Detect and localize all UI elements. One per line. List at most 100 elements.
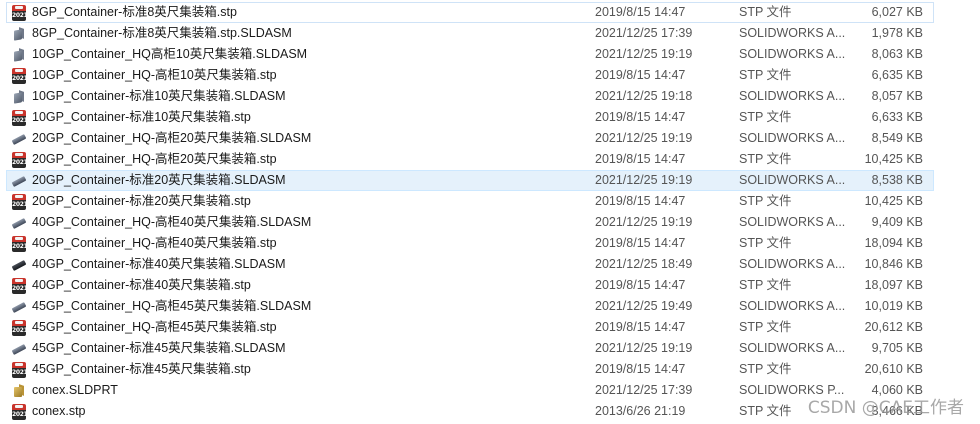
- file-row[interactable]: 8GP_Container-标准8英尺集装箱.stp.SLDASM 2021/12…: [6, 23, 934, 44]
- file-date-modified: 2021/12/25 19:18: [595, 89, 693, 103]
- file-size: 9,409 KB: [871, 215, 923, 229]
- file-name: 40GP_Container-标准40英尺集装箱.stp: [32, 278, 251, 292]
- file-type: SOLIDWORKS A...: [739, 89, 846, 103]
- file-type: SOLIDWORKS A...: [739, 131, 846, 145]
- file-date-modified: 2021/12/25 19:19: [595, 47, 693, 61]
- file-size: 10,425 KB: [864, 152, 923, 166]
- file-date-modified: 2013/6/26 21:19: [595, 404, 686, 418]
- assembly-file-icon: [11, 26, 27, 42]
- file-row[interactable]: 2021 40GP_Container_HQ-高柜40英尺集装箱.stp 2019/…: [6, 233, 934, 254]
- file-row[interactable]: 10GP_Container-标准10英尺集装箱.SLDASM 2021/12/2…: [6, 86, 934, 107]
- file-row[interactable]: 45GP_Container-标准45英尺集装箱.SLDASM 2021/12/2…: [6, 338, 934, 359]
- stp-file-icon: 2021: [11, 362, 28, 378]
- file-name: 40GP_Container_HQ-高柜40英尺集装箱.SLDASM: [32, 215, 312, 229]
- file-date-modified: 2021/12/25 19:19: [595, 131, 693, 145]
- file-name: conex.SLDPRT: [32, 383, 118, 397]
- part-file-icon: [11, 383, 27, 399]
- file-size: 20,610 KB: [864, 362, 923, 376]
- file-type: SOLIDWORKS A...: [739, 173, 846, 187]
- file-type: STP 文件: [739, 278, 792, 292]
- file-name: 8GP_Container-标准8英尺集装箱.stp: [32, 5, 237, 19]
- stp-file-icon: 2021: [11, 278, 28, 294]
- file-name: 20GP_Container-标准20英尺集装箱.stp: [32, 194, 251, 208]
- file-size: 9,705 KB: [871, 341, 923, 355]
- stp-file-icon: 2021: [11, 404, 28, 420]
- file-name: conex.stp: [32, 404, 86, 418]
- file-name: 40GP_Container-标准40英尺集装箱.SLDASM: [32, 257, 286, 271]
- file-type: STP 文件: [739, 5, 792, 19]
- file-date-modified: 2021/12/25 18:49: [595, 257, 693, 271]
- file-type: STP 文件: [739, 68, 792, 82]
- file-date-modified: 2021/12/25 19:19: [595, 341, 693, 355]
- file-type: SOLIDWORKS A...: [739, 215, 846, 229]
- stp-file-icon: 2021: [11, 68, 28, 84]
- file-date-modified: 2019/8/15 14:47: [595, 152, 686, 166]
- file-row[interactable]: 2021 45GP_Container_HQ-高柜45英尺集装箱.stp 2019/…: [6, 317, 934, 338]
- file-type: STP 文件: [739, 362, 792, 376]
- file-date-modified: 2021/12/25 17:39: [595, 383, 693, 397]
- file-row[interactable]: 45GP_Container_HQ-高柜45英尺集装箱.SLDASM 2021/1…: [6, 296, 934, 317]
- file-name: 20GP_Container_HQ-高柜20英尺集装箱.SLDASM: [32, 131, 312, 145]
- file-date-modified: 2019/8/15 14:47: [595, 110, 686, 124]
- file-row[interactable]: conex.SLDPRT 2021/12/25 17:39 SOLIDWORKS P…: [6, 380, 934, 401]
- file-size: 10,846 KB: [864, 257, 923, 271]
- file-name: 45GP_Container_HQ-高柜45英尺集装箱.SLDASM: [32, 299, 312, 313]
- stp-file-icon: 2021: [11, 236, 28, 252]
- assembly-file-icon: [11, 341, 27, 357]
- file-name: 20GP_Container_HQ-高柜20英尺集装箱.stp: [32, 152, 277, 166]
- file-size: 10,019 KB: [864, 299, 923, 313]
- file-row[interactable]: 40GP_Container-标准40英尺集装箱.SLDASM 2021/12/2…: [6, 254, 934, 275]
- assembly-file-icon: [11, 299, 27, 315]
- file-size: 18,097 KB: [864, 278, 923, 292]
- file-size: 6,635 KB: [871, 68, 923, 82]
- file-name: 8GP_Container-标准8英尺集装箱.stp.SLDASM: [32, 26, 292, 40]
- file-row[interactable]: 2021 8GP_Container-标准8英尺集装箱.stp 2019/8/15 …: [6, 2, 934, 23]
- stp-file-icon: 2021: [11, 5, 28, 21]
- stp-file-icon: 2021: [11, 110, 28, 126]
- file-date-modified: 2019/8/15 14:47: [595, 320, 686, 334]
- file-row[interactable]: 10GP_Container_HQ高柜10英尺集装箱.SLDASM 2021/12…: [6, 44, 934, 65]
- file-date-modified: 2019/8/15 14:47: [595, 5, 686, 19]
- file-size: 8,063 KB: [871, 47, 923, 61]
- file-size: 20,612 KB: [864, 320, 923, 334]
- file-row[interactable]: 20GP_Container-标准20英尺集装箱.SLDASM 2021/12/2…: [6, 170, 934, 191]
- file-type: STP 文件: [739, 152, 792, 166]
- file-row[interactable]: 2021 20GP_Container_HQ-高柜20英尺集装箱.stp 2019/…: [6, 149, 934, 170]
- file-type: SOLIDWORKS A...: [739, 257, 846, 271]
- file-date-modified: 2021/12/25 17:39: [595, 26, 693, 40]
- file-row[interactable]: 40GP_Container_HQ-高柜40英尺集装箱.SLDASM 2021/1…: [6, 212, 934, 233]
- file-row[interactable]: 20GP_Container_HQ-高柜20英尺集装箱.SLDASM 2021/1…: [6, 128, 934, 149]
- file-name: 10GP_Container_HQ-高柜10英尺集装箱.stp: [32, 68, 277, 82]
- file-date-modified: 2019/8/15 14:47: [595, 278, 686, 292]
- file-type: STP 文件: [739, 194, 792, 208]
- assembly-file-icon: [11, 47, 27, 63]
- file-date-modified: 2021/12/25 19:19: [595, 173, 693, 187]
- file-name: 45GP_Container-标准45英尺集装箱.SLDASM: [32, 341, 286, 355]
- file-type: SOLIDWORKS A...: [739, 26, 846, 40]
- stp-file-icon: 2021: [11, 320, 28, 336]
- file-name: 20GP_Container-标准20英尺集装箱.SLDASM: [32, 173, 286, 187]
- assembly-file-icon: [11, 173, 27, 189]
- stp-file-icon: 2021: [11, 152, 28, 168]
- file-row[interactable]: 2021 10GP_Container-标准10英尺集装箱.stp 2019/8/1…: [6, 107, 934, 128]
- file-row[interactable]: 2021 20GP_Container-标准20英尺集装箱.stp 2019/8/1…: [6, 191, 934, 212]
- file-date-modified: 2019/8/15 14:47: [595, 236, 686, 250]
- stp-file-icon: 2021: [11, 194, 28, 210]
- file-row[interactable]: 2021 10GP_Container_HQ-高柜10英尺集装箱.stp 2019/…: [6, 65, 934, 86]
- file-name: 10GP_Container-标准10英尺集装箱.SLDASM: [32, 89, 286, 103]
- assembly-file-icon: [11, 257, 27, 273]
- assembly-file-icon: [11, 89, 27, 105]
- file-type: SOLIDWORKS A...: [739, 47, 846, 61]
- file-type: STP 文件: [739, 236, 792, 250]
- file-size: 8,057 KB: [871, 89, 923, 103]
- file-type: SOLIDWORKS A...: [739, 341, 846, 355]
- file-name: 45GP_Container-标准45英尺集装箱.stp: [32, 362, 251, 376]
- file-row[interactable]: 2021 40GP_Container-标准40英尺集装箱.stp 2019/8/1…: [6, 275, 934, 296]
- file-type: STP 文件: [739, 404, 792, 418]
- file-date-modified: 2019/8/15 14:47: [595, 68, 686, 82]
- file-size: 18,094 KB: [864, 236, 923, 250]
- file-size: 1,978 KB: [871, 26, 923, 40]
- file-name: 45GP_Container_HQ-高柜45英尺集装箱.stp: [32, 320, 277, 334]
- file-row[interactable]: 2021 conex.stp 2013/6/26 21:19 STP 文件 3,466 …: [6, 401, 934, 422]
- file-row[interactable]: 2021 45GP_Container-标准45英尺集装箱.stp 2019/8/1…: [6, 359, 934, 380]
